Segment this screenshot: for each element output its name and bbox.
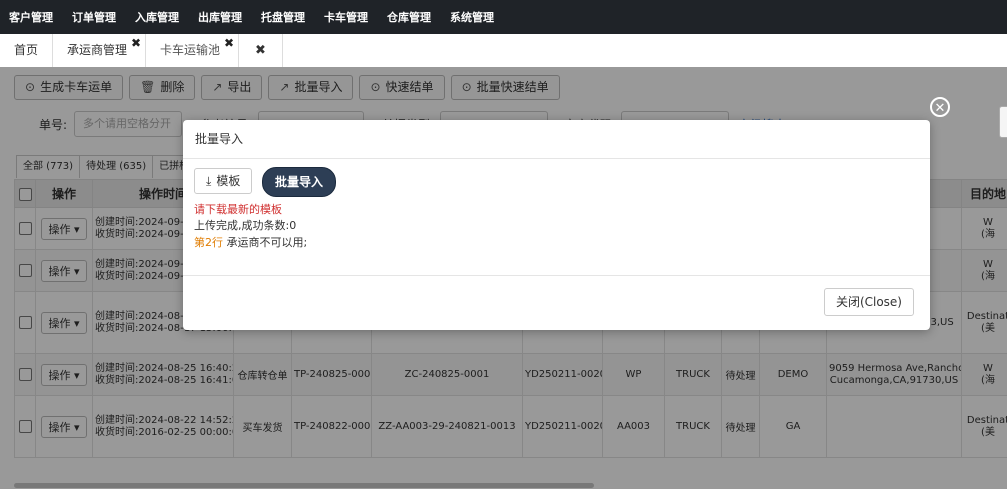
close-icon[interactable]: ✕ bbox=[930, 97, 950, 117]
error-row: 第2行 bbox=[194, 236, 223, 249]
tab-bar: 首页 承运商管理 ✖ 卡车运输池 ✖ ✖ bbox=[0, 34, 1007, 68]
nav-pallet[interactable]: 托盘管理 bbox=[261, 9, 305, 25]
close-all-tabs-button[interactable]: ✖ bbox=[239, 34, 283, 67]
nav-system[interactable]: 系统管理 bbox=[450, 9, 494, 25]
nav-orders[interactable]: 订单管理 bbox=[72, 9, 116, 25]
template-download-button[interactable]: ⤓ 模板 bbox=[194, 168, 253, 194]
tab-carrier[interactable]: 承运商管理 ✖ bbox=[53, 34, 147, 67]
top-nav: 客户管理 订单管理 入库管理 出库管理 托盘管理 卡车管理 仓库管理 系统管理 bbox=[0, 0, 1007, 34]
nav-warehouse[interactable]: 仓库管理 bbox=[387, 9, 431, 25]
download-icon: ⤓ bbox=[206, 174, 212, 188]
nav-customer[interactable]: 客户管理 bbox=[9, 9, 53, 25]
tab-carrier-label: 承运商管理 bbox=[67, 43, 128, 57]
close-icon[interactable]: ✖ bbox=[224, 27, 234, 60]
dialog-body: ⤓ 模板 批量导入 请下载最新的模板 上传完成,成功条数:0 第2行 承运商不可以… bbox=[183, 159, 930, 276]
nav-inbound[interactable]: 入库管理 bbox=[135, 9, 179, 25]
download-tip: 请下载最新的模板 bbox=[194, 203, 282, 216]
close-dialog-button[interactable]: 关闭(Close) bbox=[823, 288, 914, 316]
tab-home-label: 首页 bbox=[14, 43, 39, 57]
nav-truck[interactable]: 卡车管理 bbox=[324, 9, 368, 25]
error-line: 第2行 承运商不可以用; bbox=[194, 234, 307, 250]
tab-home[interactable]: 首页 bbox=[0, 34, 54, 67]
offscreen-button bbox=[999, 106, 1007, 138]
batch-import-upload-button[interactable]: 批量导入 bbox=[262, 167, 337, 197]
tab-truck-pool-label: 卡车运输池 bbox=[160, 43, 221, 57]
nav-outbound[interactable]: 出库管理 bbox=[198, 9, 242, 25]
close-icon[interactable]: ✖ bbox=[131, 27, 141, 60]
batch-import-dialog: 批量导入 ⤓ 模板 批量导入 请下载最新的模板 上传完成,成功条数:0 第2行 承… bbox=[183, 120, 930, 330]
template-label: 模板 bbox=[216, 174, 241, 188]
upload-result: 上传完成,成功条数:0 bbox=[194, 219, 297, 232]
tab-truck-pool[interactable]: 卡车运输池 ✖ bbox=[146, 34, 240, 67]
dialog-title: 批量导入 bbox=[183, 120, 930, 159]
error-message: 承运商不可以用; bbox=[223, 236, 308, 249]
